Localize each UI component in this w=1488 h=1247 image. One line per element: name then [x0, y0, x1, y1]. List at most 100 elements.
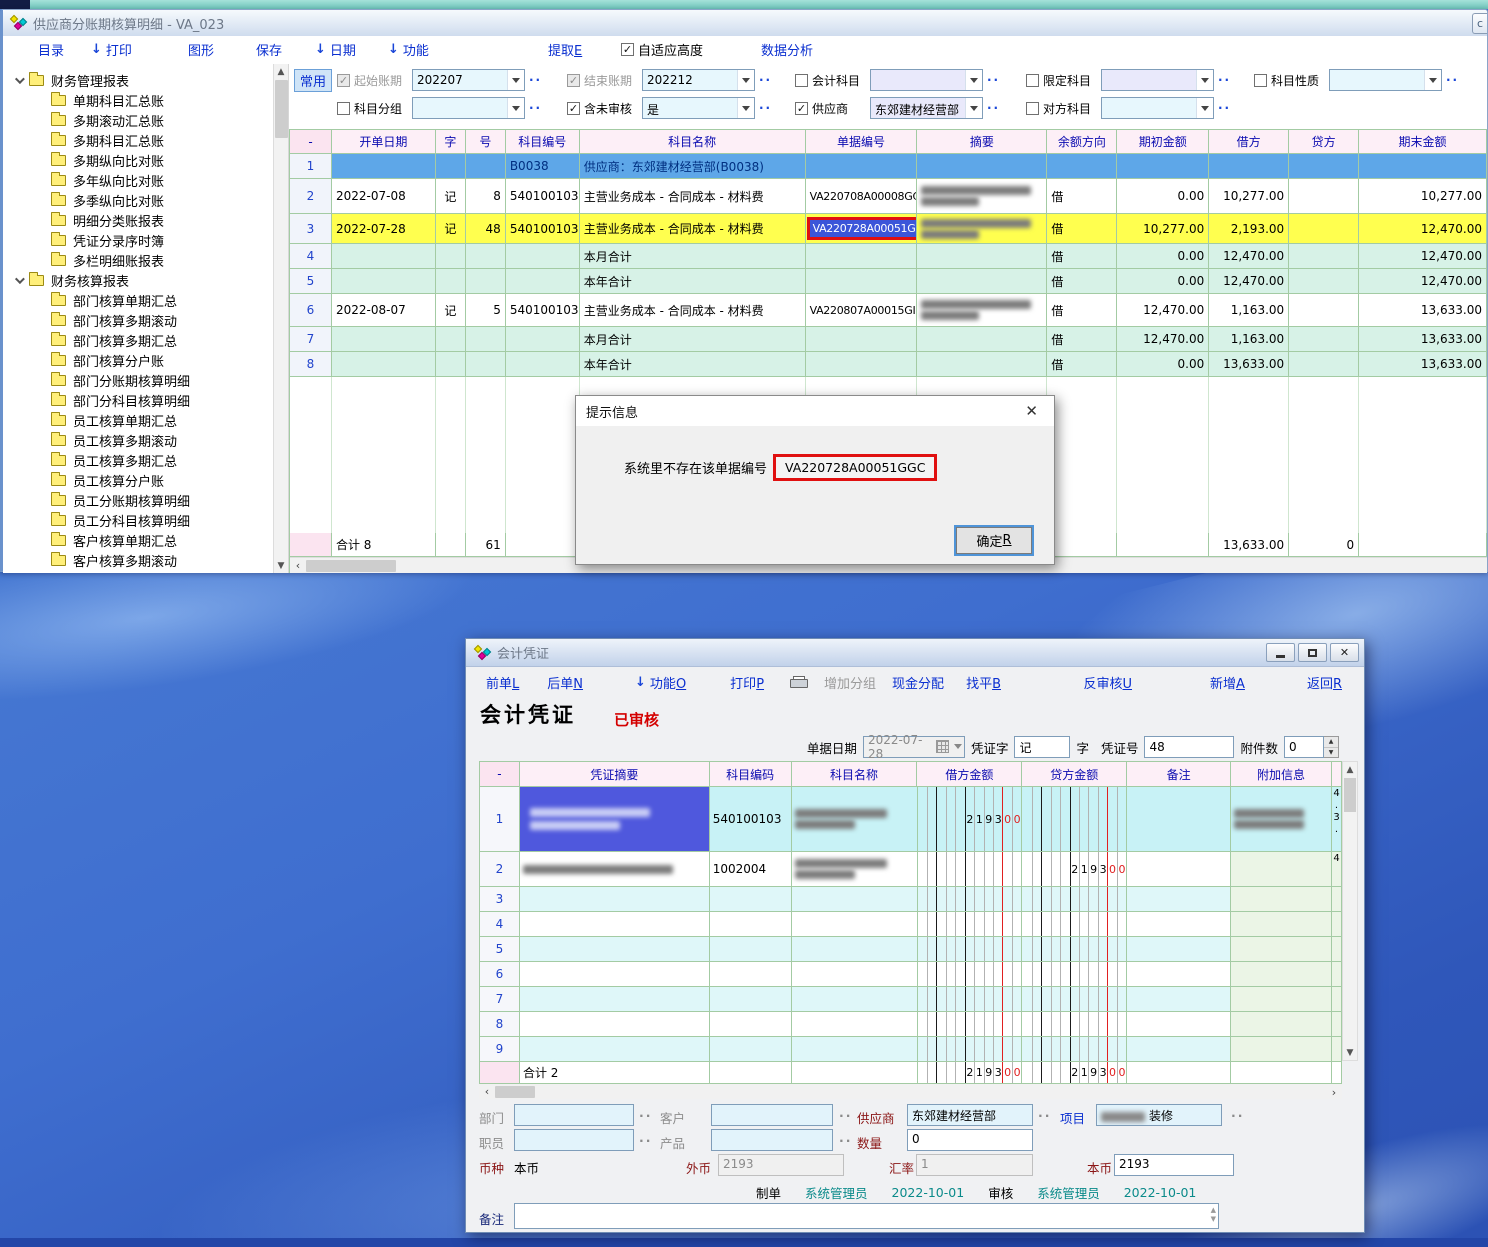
voucher-cell[interactable]: [710, 962, 792, 987]
checkbox-checked-icon[interactable]: ✓: [795, 102, 808, 115]
toolbar-print[interactable]: 打印P: [730, 673, 764, 692]
grid-cell[interactable]: 540100103: [506, 214, 580, 244]
grid-cell[interactable]: 0.00: [1117, 244, 1209, 269]
grid-cell[interactable]: [917, 214, 1047, 244]
voucher-cell[interactable]: [1332, 937, 1342, 962]
scroll-left-icon[interactable]: ‹: [290, 558, 306, 574]
grid-cell[interactable]: [806, 269, 918, 294]
grid-cell[interactable]: 12,470.00: [1359, 214, 1487, 244]
grid-cell[interactable]: 本月合计: [580, 244, 806, 269]
column-header[interactable]: 贷方: [1289, 130, 1359, 154]
sidebar-item[interactable]: 客户核算多期滚动: [3, 550, 288, 570]
grid-cell[interactable]: 13,633.00: [1359, 352, 1487, 377]
chevron-down-icon[interactable]: [507, 70, 524, 90]
checkbox-unchecked-icon[interactable]: [1026, 102, 1039, 115]
grid-cell[interactable]: [1289, 327, 1359, 352]
grid-cell[interactable]: 供应商：东郊建材经营部(B0038): [580, 154, 806, 179]
voucher-cell[interactable]: [918, 987, 1023, 1012]
voucher-cell[interactable]: [1231, 787, 1332, 852]
grid-cell[interactable]: 借: [1047, 294, 1117, 327]
voucher-cell[interactable]: [520, 912, 710, 937]
voucher-cell[interactable]: [1127, 1037, 1231, 1062]
column-header[interactable]: 单据编号: [806, 130, 918, 154]
chevron-down-icon[interactable]: [1196, 70, 1213, 90]
spin-up-icon[interactable]: ▲: [1324, 737, 1338, 748]
grid-cell[interactable]: 13,633.00: [1359, 294, 1487, 327]
voucher-cell[interactable]: [1127, 852, 1231, 887]
grid-cell[interactable]: [1047, 154, 1117, 179]
sidebar-item[interactable]: 员工核算分户账: [3, 470, 288, 490]
grid-cell[interactable]: [1209, 154, 1289, 179]
qty-input[interactable]: 0: [907, 1129, 1033, 1151]
grid-cell[interactable]: 12,470.00: [1209, 244, 1289, 269]
grid-cell[interactable]: [436, 269, 466, 294]
project-input[interactable]: 装修: [1096, 1104, 1222, 1126]
doc-number-highlighted[interactable]: VA220728A00051GGC: [810, 220, 918, 237]
grid-cell[interactable]: 记: [436, 294, 466, 327]
grid-cell[interactable]: [466, 327, 506, 352]
close-button[interactable]: ✕: [1330, 643, 1359, 662]
grid-cell[interactable]: VA220807A00015GIE: [806, 294, 918, 327]
menu-item-print[interactable]: ↓打印: [91, 40, 132, 59]
voucher-cell[interactable]: [1332, 912, 1342, 937]
grid-cell[interactable]: 540100103: [506, 179, 580, 214]
grid-cell[interactable]: [917, 294, 1047, 327]
browse-dots-button[interactable]: ··: [1218, 73, 1231, 87]
sidebar-item[interactable]: 员工分账期核算明细: [3, 490, 288, 510]
product-input[interactable]: [711, 1129, 833, 1151]
voucher-row[interactable]: 3: [480, 887, 1342, 912]
grid-cell[interactable]: 2022-08-07: [332, 294, 436, 327]
grid-cell[interactable]: 5: [466, 294, 506, 327]
grid-cell[interactable]: 借: [1047, 327, 1117, 352]
grid-cell[interactable]: 借: [1047, 244, 1117, 269]
column-header[interactable]: 摘要: [917, 130, 1047, 154]
grid-cell[interactable]: 记: [436, 179, 466, 214]
grid-cell[interactable]: [436, 244, 466, 269]
table-row[interactable]: 4本月合计借0.0012,470.0012,470.00: [290, 244, 1487, 269]
grid-cell[interactable]: 10,277.00: [1359, 179, 1487, 214]
browse-dots-button[interactable]: ··: [759, 73, 772, 87]
grid-cell[interactable]: [506, 269, 580, 294]
grid-cell[interactable]: 6: [290, 294, 332, 327]
supplier-input[interactable]: 东郊建材经营部: [907, 1104, 1033, 1126]
table-row[interactable]: 7本月合计借12,470.001,163.0013,633.00: [290, 327, 1487, 352]
scroll-right-icon[interactable]: ›: [1326, 1084, 1342, 1100]
voucher-titlebar[interactable]: 会计凭证 ✕: [466, 639, 1364, 667]
voucher-cell[interactable]: 3: [480, 887, 520, 912]
attach-count-input[interactable]: 0: [1284, 736, 1324, 758]
voucher-cell[interactable]: [710, 1037, 792, 1062]
voucher-cell[interactable]: [1022, 962, 1127, 987]
chevron-down-icon[interactable]: [954, 744, 962, 753]
grid-cell[interactable]: 借: [1047, 214, 1117, 244]
voucher-cell[interactable]: [1231, 887, 1332, 912]
supplier-browse[interactable]: ··: [1038, 1108, 1052, 1123]
grid-cell[interactable]: [332, 327, 436, 352]
grid-cell[interactable]: VA220708A00008GCC: [806, 179, 918, 214]
grid-cell[interactable]: [436, 154, 466, 179]
sidebar-item[interactable]: 客户核算单期汇总: [3, 530, 288, 550]
scroll-up-icon[interactable]: ▲: [274, 64, 288, 79]
scroll-left-icon[interactable]: ‹: [479, 1084, 495, 1100]
browse-dots-button[interactable]: ··: [1446, 73, 1459, 87]
column-header[interactable]: 贷方金额: [1022, 762, 1127, 787]
sidebar-item[interactable]: 员工分科目核算明细: [3, 510, 288, 530]
voucher-cell[interactable]: 219300: [918, 787, 1023, 852]
voucher-cell[interactable]: 9: [480, 1037, 520, 1062]
voucher-cell[interactable]: [918, 912, 1023, 937]
sidebar-group[interactable]: 财务管理报表: [3, 70, 288, 90]
grid-cell[interactable]: 0.00: [1117, 269, 1209, 294]
column-header[interactable]: 开单日期: [332, 130, 436, 154]
dialog-titlebar[interactable]: 提示信息 ✕: [576, 396, 1054, 426]
grid-cell[interactable]: 1,163.00: [1209, 294, 1289, 327]
sidebar-item[interactable]: 部门核算分户账: [3, 350, 288, 370]
grid-cell[interactable]: [1359, 154, 1487, 179]
column-header[interactable]: 附加信息: [1231, 762, 1332, 787]
grid-cell[interactable]: [506, 327, 580, 352]
voucher-row[interactable]: 15401001032193004.3.: [480, 787, 1342, 852]
toolbar-prev[interactable]: 前单L: [486, 673, 519, 692]
grid-cell[interactable]: 12,470.00: [1359, 269, 1487, 294]
voucher-cell[interactable]: [792, 1037, 918, 1062]
ok-button[interactable]: 确定 R: [956, 527, 1032, 554]
sidebar-item[interactable]: 员工核算单期汇总: [3, 410, 288, 430]
grid-cell[interactable]: [917, 352, 1047, 377]
